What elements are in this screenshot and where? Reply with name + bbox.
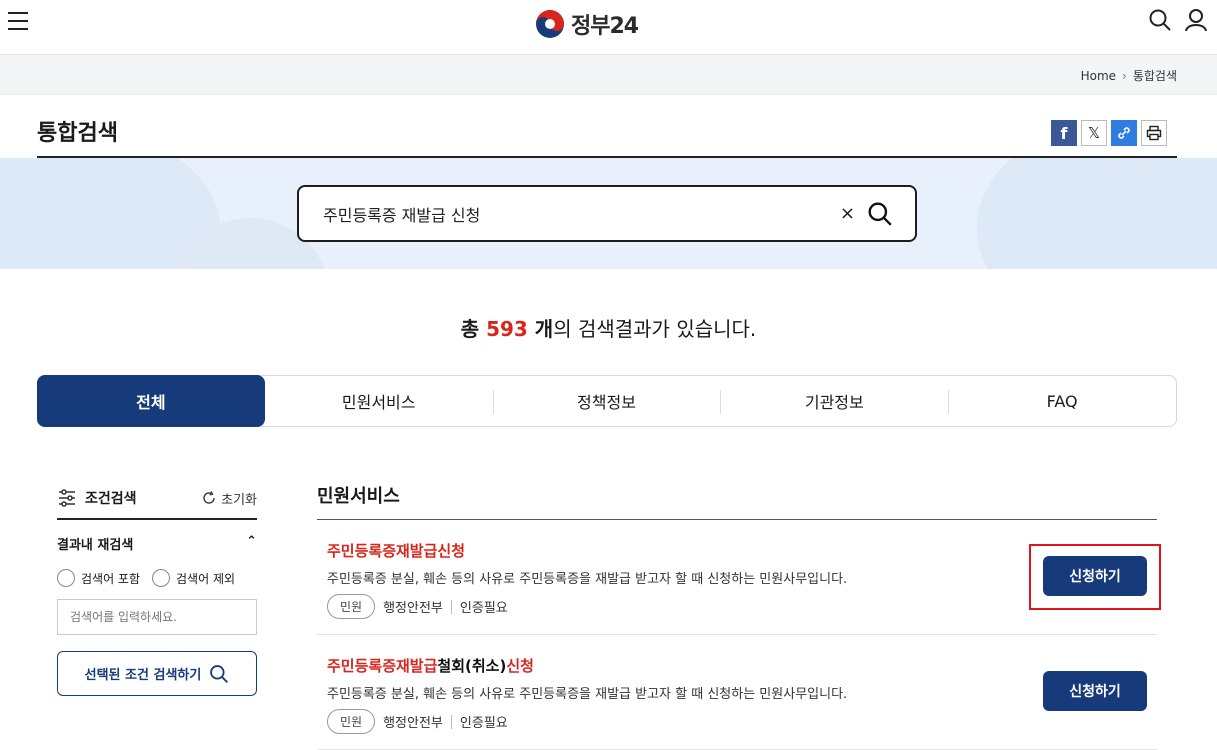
item-title-plain: 철회(취소) — [437, 657, 507, 675]
item-meta: 민원 행정안전부 인증필요 — [327, 709, 508, 734]
tab-all[interactable]: 전체 — [37, 375, 265, 427]
item-meta: 민원 행정안전부 인증필요 — [327, 594, 508, 619]
list-item: 주민등록증재발급신청 주민등록증 분실, 훼손 등의 사유로 주민등록증을 재발… — [317, 520, 1157, 635]
x-twitter-icon[interactable]: 𝕏 — [1081, 120, 1107, 146]
filter-sliders-icon — [59, 489, 75, 507]
facebook-icon[interactable]: f — [1051, 120, 1077, 146]
search-box: × — [297, 185, 917, 242]
results-main: 민원서비스 주민등록증재발급신청 주민등록증 분실, 훼손 등의 사유로 주민등… — [317, 478, 1157, 750]
tab-faq[interactable]: FAQ — [948, 376, 1176, 426]
link-copy-icon[interactable] — [1111, 120, 1137, 146]
category-badge: 민원 — [327, 594, 376, 619]
tab-agency[interactable]: 기관정보 — [720, 376, 948, 426]
reset-button[interactable]: 초기화 — [201, 489, 257, 508]
item-org: 행정안전부 — [383, 716, 443, 731]
user-icon[interactable] — [1184, 8, 1208, 32]
include-radio[interactable]: 검색어 포함 — [57, 569, 140, 587]
category-badge: 민원 — [327, 709, 376, 734]
refine-search-title: 결과내 재검색 — [57, 538, 134, 553]
menu-icon[interactable] — [8, 12, 28, 32]
exclude-label: 검색어 제외 — [176, 571, 236, 586]
tab-civil-service[interactable]: 민원서비스 — [265, 376, 493, 426]
item-description: 주민등록증 분실, 훼손 등의 사유로 주민등록증을 재발급 받고자 할 때 신… — [327, 687, 848, 702]
breadcrumb-current: 통합검색 — [1132, 69, 1177, 83]
result-count: 총 593 개의 검색결과가 있습니다. — [0, 313, 1217, 342]
filter-sidebar: 조건검색 초기화 결과내 재검색 ⌃ 검색어 포함 검색어 제외 선택된 조건 … — [57, 478, 257, 696]
item-org: 행정안전부 — [383, 601, 443, 616]
item-description: 주민등록증 분실, 훼손 등의 사유로 주민등록증을 재발급 받고자 할 때 신… — [327, 572, 848, 587]
item-title-highlight-end: 신청 — [506, 657, 534, 675]
chevron-right-icon: › — [1122, 68, 1127, 83]
site-logo[interactable]: 정부24 — [535, 8, 639, 40]
title-row: 통합검색 f 𝕏 — [37, 95, 1177, 158]
refine-search-input[interactable] — [57, 599, 257, 635]
apply-button[interactable]: 신청하기 — [1043, 556, 1147, 596]
refresh-icon — [203, 491, 215, 504]
reset-label: 초기화 — [221, 492, 257, 508]
page-title: 통합검색 — [37, 121, 118, 146]
refine-search-header[interactable]: 결과내 재검색 ⌃ — [57, 534, 257, 553]
category-tabs: 전체 민원서비스 정책정보 기관정보 FAQ — [37, 375, 1177, 427]
item-auth: 인증필요 — [459, 601, 508, 616]
refine-options: 검색어 포함 검색어 제외 — [57, 569, 257, 587]
breadcrumb: Home › 통합검색 — [1081, 67, 1177, 84]
clear-icon[interactable]: × — [840, 203, 855, 224]
item-title[interactable]: 주민등록증재발급철회(취소)신청 — [327, 655, 534, 676]
section-title: 민원서비스 — [317, 478, 1157, 520]
item-auth: 인증필요 — [459, 716, 508, 731]
result-number: 593 — [486, 317, 528, 341]
search-submit-icon[interactable] — [867, 201, 893, 227]
filter-title: 조건검색 — [85, 491, 137, 507]
item-title-highlight: 주민등록증재발급 — [327, 657, 438, 675]
logo-text: 정부24 — [571, 14, 639, 39]
list-item: 주민등록증재발급철회(취소)신청 주민등록증 분실, 훼손 등의 사유로 주민등… — [317, 635, 1157, 750]
breadcrumb-home[interactable]: Home — [1081, 69, 1116, 83]
breadcrumb-bar: Home › 통합검색 — [0, 55, 1217, 95]
search-input[interactable] — [323, 201, 823, 227]
exclude-radio[interactable]: 검색어 제외 — [152, 569, 235, 587]
result-prefix: 총 — [460, 317, 487, 341]
item-title-highlight: 주민등록증재발급신청 — [327, 542, 466, 560]
apply-filter-label: 선택된 조건 검색하기 — [84, 668, 202, 683]
search-icon — [210, 664, 229, 683]
site-header: 정부24 — [0, 0, 1217, 55]
item-title[interactable]: 주민등록증재발급신청 — [327, 540, 465, 561]
result-suffix: 의 검색결과가 있습니다. — [553, 317, 757, 341]
chevron-up-icon[interactable]: ⌃ — [246, 534, 257, 553]
search-icon[interactable] — [1148, 8, 1172, 32]
filter-header: 조건검색 초기화 — [57, 478, 257, 520]
apply-button[interactable]: 신청하기 — [1043, 671, 1147, 711]
taegeuk-logo-icon — [536, 10, 564, 38]
print-icon[interactable] — [1141, 120, 1167, 146]
result-unit: 개 — [527, 317, 554, 341]
tab-policy[interactable]: 정책정보 — [492, 376, 721, 426]
apply-filter-button[interactable]: 선택된 조건 검색하기 — [57, 651, 257, 696]
share-buttons: f 𝕏 — [1051, 120, 1167, 146]
include-label: 검색어 포함 — [81, 571, 141, 586]
